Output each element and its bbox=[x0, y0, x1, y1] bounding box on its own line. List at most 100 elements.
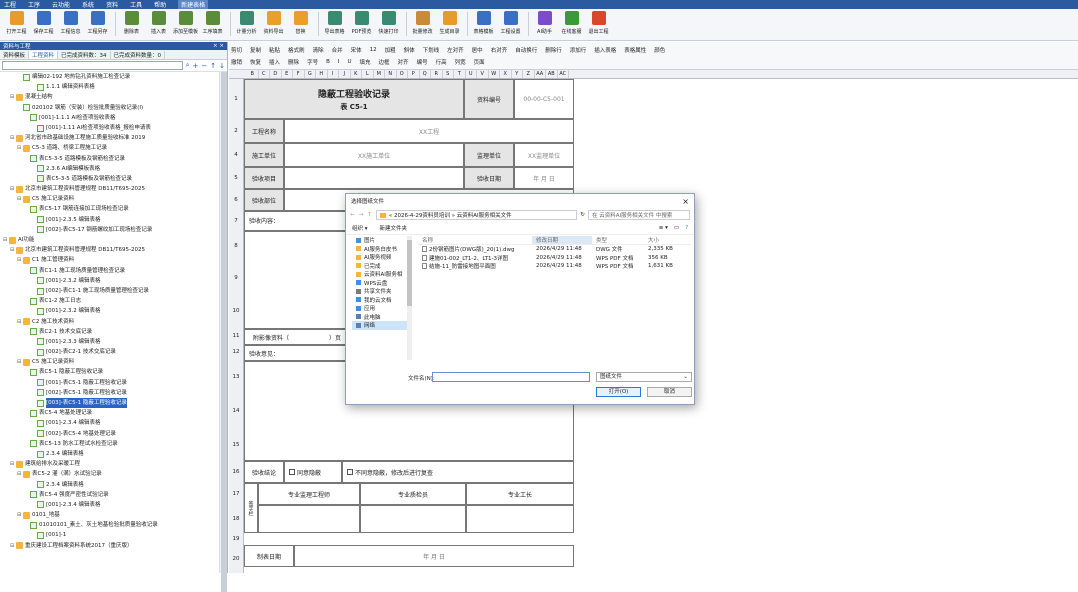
column-header[interactable]: F bbox=[293, 70, 305, 78]
ribbon-button[interactable]: 删除表 bbox=[119, 9, 144, 39]
project-value[interactable]: XX工程 bbox=[284, 119, 574, 143]
tree-folder[interactable]: ⊟ C1 施工管理资料 bbox=[0, 255, 219, 265]
column-header[interactable]: M bbox=[374, 70, 385, 78]
column-header[interactable]: R bbox=[431, 70, 443, 78]
tree-item[interactable]: [002]-表C5-4 地基处理记录 bbox=[0, 429, 219, 439]
format-tool[interactable]: 行高 bbox=[436, 58, 447, 66]
row-number[interactable]: 14 bbox=[229, 394, 244, 428]
format-tool[interactable]: 右对齐 bbox=[491, 46, 508, 54]
agree-option[interactable]: 同意隐蔽 bbox=[284, 461, 342, 483]
ribbon-button[interactable]: 工程信息 bbox=[58, 9, 83, 39]
format-tool[interactable]: 斜体 bbox=[404, 46, 415, 54]
format-tool[interactable]: 下划线 bbox=[423, 46, 440, 54]
tree-folder[interactable]: ⊟ 0101_地基 bbox=[0, 510, 219, 520]
row-number[interactable]: 18 bbox=[229, 505, 244, 533]
ribbon-button[interactable]: 插入表 bbox=[146, 9, 171, 39]
nav-item[interactable]: 云资料AI服务相 bbox=[352, 270, 411, 279]
row-number[interactable]: 5 bbox=[229, 167, 244, 189]
tree-item[interactable]: [001]-2.3.4 编辑表格 bbox=[0, 500, 219, 510]
tree-item[interactable]: 020102 钢筋（安装）检验批质量验收记录(Ⅰ) bbox=[0, 103, 219, 113]
column-header[interactable]: E bbox=[282, 70, 293, 78]
row-number[interactable]: 13 bbox=[229, 360, 244, 394]
tree-item[interactable]: [001]-1 bbox=[0, 530, 219, 540]
format-tool[interactable]: 复制 bbox=[250, 46, 261, 54]
help-icon[interactable]: ? bbox=[685, 225, 688, 231]
column-header[interactable]: K bbox=[351, 70, 362, 78]
ribbon-button[interactable]: 资料导出 bbox=[261, 9, 286, 39]
ribbon-button[interactable]: 打开工程 bbox=[4, 9, 29, 39]
tree-item[interactable]: 表C5-3-5 道路模板及钢筋检查记录 bbox=[0, 174, 219, 184]
nav-item[interactable]: 我的云文档 bbox=[352, 296, 411, 305]
ribbon-button[interactable]: PDF预览 bbox=[349, 9, 374, 39]
format-tool[interactable]: 恢复 bbox=[250, 58, 261, 66]
file-row[interactable]: 建施01-002_LT1-2、LT1-3详图 2026/4/29 11:48 WPS… bbox=[418, 254, 690, 263]
tree-item[interactable]: 2.3.4 编辑表格 bbox=[0, 449, 219, 459]
menu-item[interactable]: 资料 bbox=[106, 0, 118, 9]
view-icon[interactable]: ≡ ▾ bbox=[659, 225, 668, 231]
tree-folder[interactable]: ⊟ 北京市建筑工程资料管理规程 DB11/T695-2025 bbox=[0, 245, 219, 255]
ribbon-button[interactable]: 保存工程 bbox=[31, 9, 56, 39]
ribbon-button[interactable]: 添加至模板 bbox=[173, 9, 198, 39]
supervise-value[interactable]: XX监理单位 bbox=[514, 143, 574, 167]
doc-no-value[interactable]: 00-00-C5-001 bbox=[514, 79, 574, 119]
tree-item[interactable]: [001]-2.3.2 编辑表格 bbox=[0, 276, 219, 286]
tree-item[interactable]: [002]-表C2-1 技术交底记录 bbox=[0, 347, 219, 357]
minus-icon[interactable]: − bbox=[201, 62, 207, 70]
row-number[interactable]: 17 bbox=[229, 483, 244, 505]
column-header[interactable]: Z bbox=[523, 70, 535, 78]
row-number[interactable]: 2 bbox=[229, 119, 244, 143]
column-header[interactable]: G bbox=[305, 70, 316, 78]
ribbon-button[interactable]: 工程另存 bbox=[85, 9, 110, 39]
row-number[interactable]: 19 bbox=[229, 533, 244, 545]
format-tool[interactable]: 表格属性 bbox=[624, 46, 646, 54]
close-icon[interactable]: × × bbox=[213, 43, 224, 49]
tree-folder[interactable]: ⊟ 河北省市政基础设施工程施工质量验收标准 2019 bbox=[0, 133, 219, 143]
nav-item[interactable]: AI服务白皮书 bbox=[352, 245, 411, 254]
filename-input[interactable] bbox=[432, 372, 590, 382]
nav-item[interactable]: 网络 bbox=[352, 321, 411, 330]
format-tool[interactable]: 插入 bbox=[269, 58, 280, 66]
row-number[interactable]: 4 bbox=[229, 143, 244, 167]
checkbox-icon[interactable] bbox=[347, 469, 353, 475]
nav-item[interactable]: 图片 bbox=[352, 236, 411, 245]
sig-supervisor-cell[interactable] bbox=[258, 505, 360, 533]
tree-item[interactable]: [001]-2.3.3 编辑表格 bbox=[0, 337, 219, 347]
nav-item[interactable]: WPS云盘 bbox=[352, 279, 411, 288]
ribbon-button[interactable]: 退出工程 bbox=[586, 9, 611, 39]
tree-folder[interactable]: ⊟ 建筑给排水及采暖工程 bbox=[0, 459, 219, 469]
format-tool[interactable]: 编号 bbox=[417, 58, 428, 66]
format-tool[interactable]: 边框 bbox=[379, 58, 390, 66]
forward-arrow-icon[interactable]: → bbox=[359, 212, 364, 218]
open-button[interactable]: 打开(O) bbox=[596, 387, 641, 397]
format-tool[interactable]: 居中 bbox=[472, 46, 483, 54]
row-number[interactable]: 1 bbox=[229, 79, 244, 119]
ribbon-button[interactable]: 生成目录 bbox=[437, 9, 462, 39]
tree-item[interactable]: [002]-表C1-1 施工现场质量管理检查记录 bbox=[0, 286, 219, 296]
column-header[interactable]: W bbox=[489, 70, 500, 78]
format-tool[interactable]: 字号 bbox=[307, 58, 318, 66]
menu-item[interactable]: 工序 bbox=[28, 0, 40, 9]
new-folder-button[interactable]: 新建文件夹 bbox=[380, 224, 408, 232]
down-arrow-icon[interactable]: ↓ bbox=[219, 62, 225, 70]
construct-value[interactable]: XX施工单位 bbox=[284, 143, 464, 167]
tree-item[interactable]: 表C2-1 技术交底记录 bbox=[0, 327, 219, 337]
tree-search-input[interactable] bbox=[2, 61, 183, 70]
format-tool[interactable]: 自动换行 bbox=[515, 46, 537, 54]
format-tool[interactable]: 对齐 bbox=[398, 58, 409, 66]
row-number[interactable]: 15 bbox=[229, 428, 244, 462]
cancel-button[interactable]: 取消 bbox=[647, 387, 692, 397]
menu-item[interactable]: 工具 bbox=[130, 0, 142, 9]
tree-scrollbar[interactable] bbox=[219, 72, 227, 592]
format-tool[interactable]: 合并 bbox=[332, 46, 343, 54]
column-header[interactable]: X bbox=[500, 70, 512, 78]
tree-folder[interactable]: ⊟ 表C5-2 灌（满）水试验记录 bbox=[0, 469, 219, 479]
tree-item[interactable]: 1.1.1 编辑资料表格 bbox=[0, 82, 219, 92]
dialog-search-input[interactable]: 在 云资料AI服务相关文件 中搜索 bbox=[588, 210, 690, 220]
row-number[interactable]: 6 bbox=[229, 189, 244, 211]
format-tool[interactable]: 删除行 bbox=[545, 46, 562, 54]
column-header[interactable]: T bbox=[454, 70, 466, 78]
tree-item[interactable]: [002]-表C5-17 钢筋螺纹加工现场检查记录 bbox=[0, 225, 219, 235]
file-row[interactable]: 2份钢筋图片(DWG版)_20(1).dwg 2026/4/29 11:48 DWG… bbox=[418, 245, 690, 254]
up-arrow-icon[interactable]: ↑ bbox=[210, 62, 216, 70]
column-header[interactable]: AC bbox=[558, 70, 569, 78]
